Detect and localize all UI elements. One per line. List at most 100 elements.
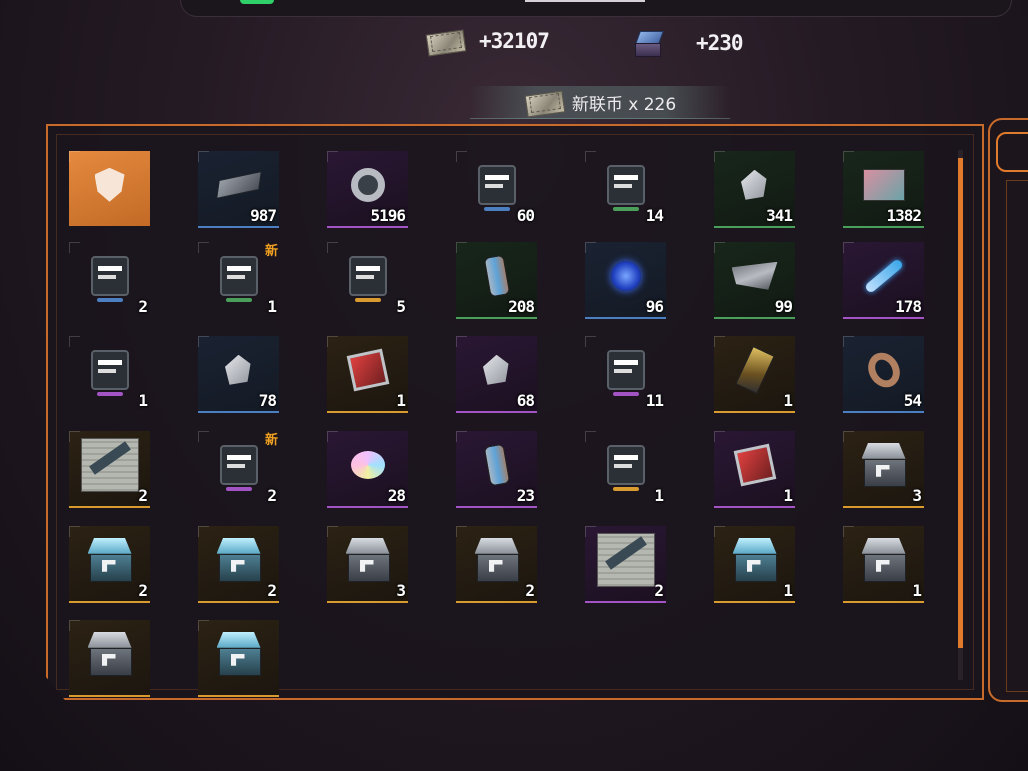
item-count: 28 [387,486,406,505]
supply-box-cyan-icon [215,537,263,582]
supply-box-icon [860,442,908,487]
supply-box-icon [344,537,392,582]
item-count: 2 [525,581,535,600]
inventory-item[interactable]: 96 [585,242,666,319]
inventory-item[interactable]: 5196 [327,151,408,228]
blade-blueprint-icon [596,532,655,587]
inventory-item[interactable]: 1 [327,336,408,413]
item-count: 1 [783,486,793,505]
inventory-item[interactable]: 1 [585,431,666,506]
item-count: 2 [138,486,148,505]
weapon-mod-icon [90,349,129,396]
status-indicator [240,0,274,4]
inventory-item[interactable]: 2 [69,431,150,508]
inventory-item[interactable]: 68 [456,336,537,413]
data-cube-icon [632,28,666,58]
currency-label: 新联币 x 226 [571,94,677,115]
chip-blueprint-icon [733,443,776,487]
item-count: 23 [516,486,535,505]
inventory-item[interactable]: 1 [843,526,924,603]
inventory-item[interactable] [69,620,150,697]
inventory-item[interactable]: 2 [456,526,537,603]
inventory-item[interactable]: 28 [327,431,408,508]
item-count: 78 [258,391,277,410]
item-count: 1 [654,486,664,505]
reward-summary: +32107 +230 [0,28,1028,68]
item-count: 5196 [370,206,406,225]
item-count: 1382 [886,206,922,225]
item-count: 11 [645,391,664,410]
inventory-item[interactable]: 1 [69,336,150,411]
inventory-item[interactable]: 987 [198,151,279,228]
inventory-item[interactable]: 5 [327,242,408,317]
rock-ore-icon [740,169,770,200]
inventory-item[interactable]: 78 [198,336,279,413]
inventory-item[interactable] [198,620,279,697]
supply-box-cyan-icon [215,631,263,676]
item-count: 2 [138,581,148,600]
item-count: 2 [138,297,148,316]
item-count: 3 [912,486,922,505]
item-count: 5 [396,297,406,316]
blade-sheet-icon [731,261,778,290]
holo-disc-icon [350,450,385,479]
inventory-item[interactable]: 2 [69,242,150,317]
cash-bundle-icon [524,89,566,118]
side-panel-tab[interactable] [996,132,1028,172]
item-count: 99 [774,297,793,316]
gold-card-icon [734,345,775,394]
gear-part-icon [350,167,385,202]
inventory-item[interactable]: 341 [714,151,795,228]
inventory-item[interactable]: 1 [714,431,795,508]
item-count: 54 [903,391,922,410]
item-count: 14 [645,206,664,225]
supply-box-icon [473,537,521,582]
sparkle-chip-icon [477,164,516,211]
inventory-item[interactable]: 208 [456,242,537,319]
item-count: 68 [516,391,535,410]
inventory-item[interactable]: 14 [585,151,666,226]
inventory-item[interactable]: 3 [843,431,924,508]
inventory-item[interactable]: 23 [456,431,537,508]
syringe-icon [862,257,906,294]
supply-box-cyan-icon [731,537,779,582]
inventory-item[interactable]: 1382 [843,151,924,228]
inventory-item[interactable]: 1 [714,526,795,603]
inventory-item[interactable]: 178 [843,242,924,319]
inventory-item[interactable]: 99 [714,242,795,319]
inventory-item[interactable]: 60 [456,151,537,226]
inventory-item[interactable]: 2新 [198,431,279,506]
item-count: 2 [654,581,664,600]
item-count: 2 [267,486,277,505]
currency-strip: 新联币 x 226 [470,86,730,119]
weapon-mod-icon [606,164,645,211]
badge-selected-icon [94,167,125,202]
inventory-item[interactable]: 11 [585,336,666,411]
supply-box-icon [860,537,908,582]
item-count: 3 [396,581,406,600]
item-count: 96 [645,297,664,316]
reward-cash: +32107 [425,28,550,57]
alloy-plate-icon [215,170,262,199]
emblem-chip-icon [346,348,389,392]
inventory-item[interactable] [69,151,150,226]
crystal-cluster-icon [482,354,512,385]
item-count: 208 [508,297,535,316]
item-count: 1 [138,391,148,410]
inventory-item[interactable]: 2 [585,526,666,603]
item-count: 1 [783,581,793,600]
item-count: 1 [912,581,922,600]
inventory-item[interactable]: 2 [69,526,150,603]
item-count: 178 [895,297,922,316]
inventory-item[interactable]: 1 [714,336,795,413]
item-count: 60 [516,206,535,225]
canister-icon [483,443,510,487]
item-count: 2 [267,581,277,600]
energy-orb-icon [610,260,641,291]
inventory-item[interactable]: 3 [327,526,408,603]
inventory-item[interactable]: 1新 [198,242,279,317]
inventory-item[interactable]: 54 [843,336,924,413]
inventory-item[interactable]: 2 [198,526,279,603]
supply-box-icon [86,631,134,676]
scrollbar-thumb[interactable] [958,158,963,648]
